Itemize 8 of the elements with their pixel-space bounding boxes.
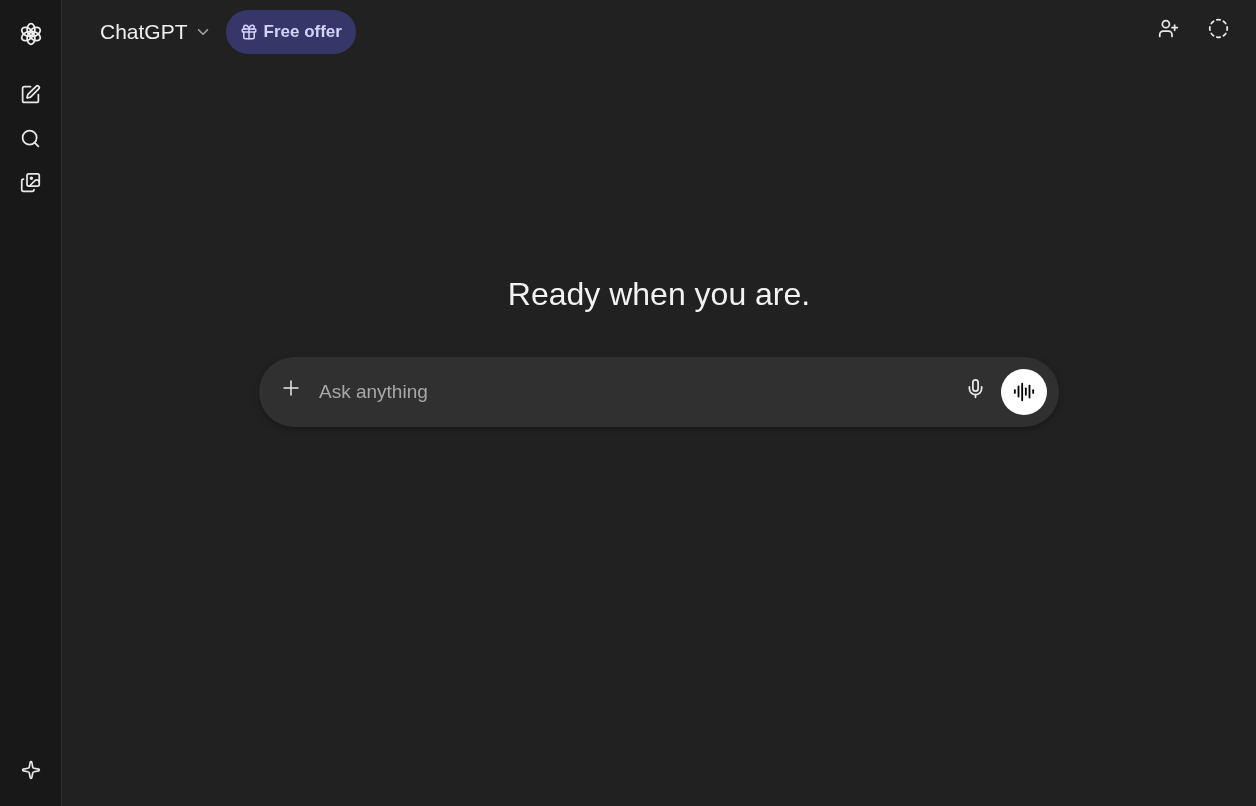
gift-icon [239,23,258,41]
heading: Ready when you are. [507,276,811,313]
composer-field[interactable]: Ask anything [259,357,1059,427]
message-input-field[interactable]: Ask anything [317,380,949,404]
waveform-icon [1013,381,1035,403]
model-selector[interactable]: ChatGPT [92,14,220,50]
offer-button[interactable]: Free offer [225,10,356,54]
voice-button[interactable] [1001,369,1047,415]
